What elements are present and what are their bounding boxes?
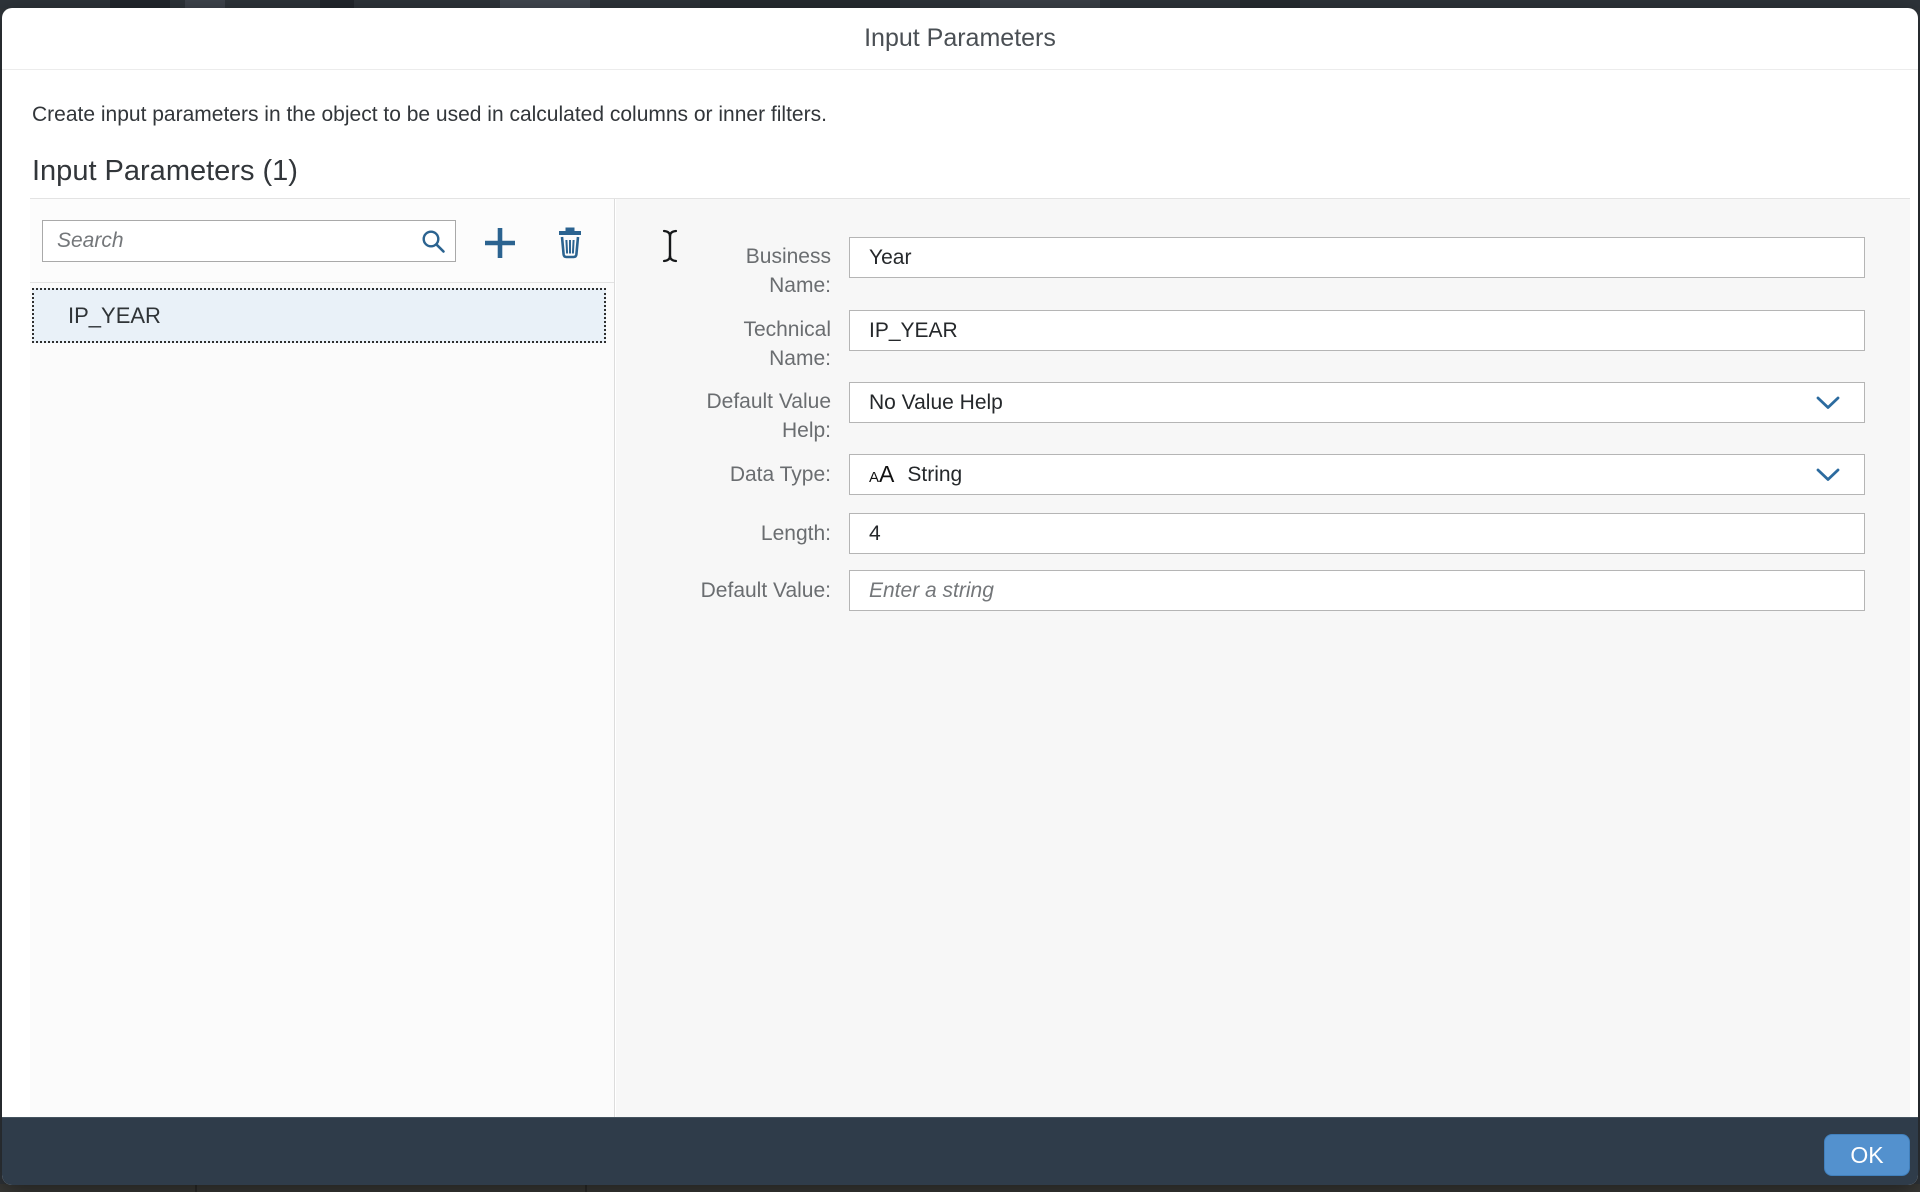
business-name-input[interactable] bbox=[849, 237, 1865, 278]
background-app-bottom-strip bbox=[0, 1184, 1920, 1192]
list-toolbar bbox=[30, 199, 614, 283]
select-value: String bbox=[907, 463, 962, 487]
string-type-icon: AA bbox=[869, 461, 894, 488]
list-item-label: IP_YEAR bbox=[68, 303, 161, 329]
background-fragment bbox=[185, 0, 225, 8]
default-value-label: Default Value: bbox=[616, 576, 831, 605]
dialog-header: Input Parameters bbox=[2, 8, 1918, 70]
chevron-down-icon bbox=[1816, 396, 1840, 410]
magnifier-icon[interactable] bbox=[420, 228, 447, 255]
data-type-select[interactable]: AA String bbox=[849, 454, 1865, 495]
delete-parameter-button[interactable] bbox=[550, 223, 590, 263]
input-parameters-dialog: Input Parameters Create input parameters… bbox=[2, 8, 1918, 1185]
default-value-help-select[interactable]: No Value Help bbox=[849, 382, 1865, 423]
dialog-body: IP_YEAR Business Name: Technical Name: D… bbox=[30, 198, 1910, 1117]
dialog-title: Input Parameters bbox=[864, 24, 1056, 53]
background-seam bbox=[585, 1184, 587, 1192]
type-icon-small-a: A bbox=[869, 469, 879, 486]
plus-icon bbox=[482, 225, 518, 261]
dialog-footer: OK bbox=[2, 1117, 1918, 1185]
list-item-ip-year[interactable]: IP_YEAR bbox=[32, 288, 606, 343]
background-fragment bbox=[110, 0, 170, 8]
length-input[interactable] bbox=[849, 513, 1865, 554]
technical-name-input[interactable] bbox=[849, 310, 1865, 351]
background-fragment bbox=[320, 0, 354, 8]
text-cursor-pointer bbox=[660, 228, 680, 264]
section-heading: Input Parameters (1) bbox=[32, 152, 298, 190]
default-value-input[interactable] bbox=[849, 570, 1865, 611]
technical-name-label: Technical Name: bbox=[616, 315, 831, 373]
background-seam bbox=[195, 1184, 197, 1192]
parameter-details-form: Business Name: Technical Name: Default V… bbox=[616, 199, 1910, 1117]
background-fragment bbox=[500, 0, 590, 8]
background-fragment bbox=[1240, 0, 1300, 8]
parameter-list-panel: IP_YEAR bbox=[30, 199, 615, 1117]
default-value-help-label: Default Value Help: bbox=[616, 387, 831, 445]
ok-button[interactable]: OK bbox=[1824, 1134, 1910, 1176]
background-app-top-strip bbox=[0, 0, 1920, 8]
type-icon-large-a: A bbox=[879, 461, 894, 488]
dialog-description: Create input parameters in the object to… bbox=[32, 100, 827, 130]
parameter-list: IP_YEAR bbox=[30, 284, 614, 1117]
search-field-wrapper bbox=[42, 220, 456, 262]
add-parameter-button[interactable] bbox=[480, 223, 520, 263]
length-label: Length: bbox=[616, 519, 831, 548]
chevron-down-icon bbox=[1816, 468, 1840, 482]
trash-icon bbox=[554, 226, 586, 260]
select-value: No Value Help bbox=[869, 391, 1003, 415]
background-fragment bbox=[700, 0, 900, 8]
data-type-label: Data Type: bbox=[616, 460, 831, 489]
search-input[interactable] bbox=[42, 220, 456, 262]
business-name-label: Business Name: bbox=[616, 242, 831, 300]
background-fragment bbox=[980, 0, 1100, 8]
